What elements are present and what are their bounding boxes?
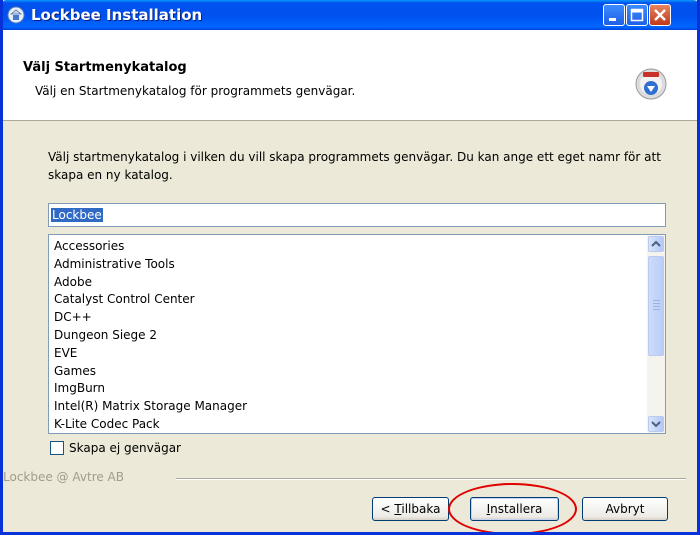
folder-list-item[interactable]: K-Lite Codec Pack	[54, 416, 247, 433]
chevron-down-icon	[651, 421, 661, 428]
folder-list-item[interactable]: DC++	[54, 309, 247, 327]
close-button[interactable]	[649, 4, 671, 26]
folder-list-items: Accessories Administrative Tools Adobe Cata…	[54, 238, 247, 433]
folder-list[interactable]: Accessories Administrative Tools Adobe Cata…	[48, 234, 666, 434]
list-scrollbar[interactable]	[647, 235, 665, 433]
window-title: Lockbee Installation	[31, 6, 203, 24]
page-subtitle: Välj en Startmenykatalog för programmets…	[35, 84, 356, 98]
close-icon	[654, 9, 666, 21]
folder-list-item[interactable]: Dungeon Siege 2	[54, 327, 247, 345]
setup-globe-icon	[635, 68, 667, 100]
installer-icon	[7, 6, 25, 24]
minimize-button[interactable]	[603, 4, 625, 26]
folder-list-item[interactable]: EVE	[54, 345, 247, 363]
installer-window: Lockbee Installation Välj Startmenykatal…	[0, 0, 700, 535]
chevron-up-icon	[651, 240, 661, 247]
folder-list-item[interactable]: ImgBurn	[54, 380, 247, 398]
folder-name-input[interactable]: Lockbee	[48, 203, 666, 227]
scroll-down-button[interactable]	[648, 416, 664, 432]
page-title: Välj Startmenykatalog	[23, 60, 187, 75]
folder-name-value: Lockbee	[51, 208, 103, 222]
title-bar[interactable]: Lockbee Installation	[3, 0, 697, 30]
folder-list-item[interactable]: Administrative Tools	[54, 256, 247, 274]
folder-list-item[interactable]: Games	[54, 363, 247, 381]
page-header: Välj Startmenykatalog Välj en Startmenyk…	[3, 30, 697, 121]
cancel-button[interactable]: Avbryt	[582, 497, 668, 521]
no-shortcuts-label: Skapa ej genvägar	[69, 441, 181, 455]
minimize-icon	[609, 18, 616, 21]
folder-list-item[interactable]: Accessories	[54, 238, 247, 256]
no-shortcuts-checkbox[interactable]	[50, 441, 64, 455]
maximize-icon	[630, 8, 644, 22]
instructions-text: Välj startmenykatalog i vilken du vill s…	[48, 150, 661, 182]
folder-list-item[interactable]: Adobe	[54, 274, 247, 292]
folder-list-item[interactable]: Catalyst Control Center	[54, 291, 247, 309]
install-highlight-ring	[448, 483, 577, 532]
branding-text: Lockbee @ Avtre AB	[3, 470, 124, 484]
scroll-up-button[interactable]	[648, 236, 664, 252]
folder-list-item[interactable]: Intel(R) Matrix Storage Manager	[54, 398, 247, 416]
back-button[interactable]: < Tillbaka	[372, 497, 449, 521]
maximize-button[interactable]	[626, 4, 648, 26]
scroll-thumb[interactable]	[648, 256, 664, 356]
footer-divider	[176, 478, 686, 480]
